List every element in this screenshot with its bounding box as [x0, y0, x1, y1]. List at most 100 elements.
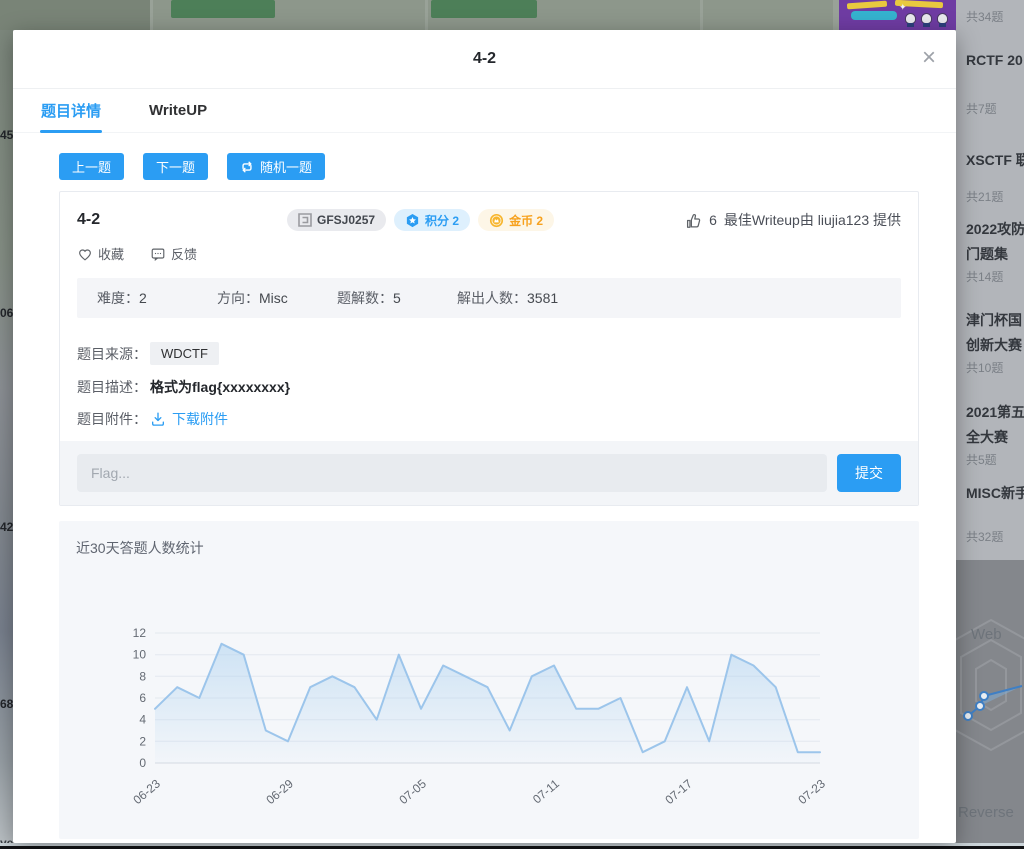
like-count: 6 [709, 212, 717, 228]
background-card [703, 0, 833, 30]
challenge-stats-bar: 难度：2 方向：Misc 题解数：5 解出人数：3581 [77, 278, 901, 318]
background-text-fragment: 45 [0, 128, 13, 142]
background-card [0, 0, 150, 30]
svg-text:0: 0 [139, 756, 146, 770]
background-category-sidebar: 共34题RCTF 20共7题XSCTF 联共21题2022攻防门题集共14题津门… [956, 0, 1024, 560]
svg-text:06-29: 06-29 [263, 776, 296, 807]
background-text-fragment: 42 [0, 520, 13, 534]
sidebar-category-title: XSCTF 联 [966, 150, 1024, 170]
sidebar-category-count: 共32题 [966, 528, 1024, 545]
tab-writeup[interactable]: WriteUP [148, 89, 208, 132]
challenge-detail-modal: 4-2 × 题目详情 WriteUP 上一题 下一题 随机一题 4-2 [13, 30, 956, 843]
sidebar-category-title: RCTF 20 [966, 52, 1024, 68]
svg-text:8: 8 [139, 669, 146, 683]
submit-flag-button[interactable]: 提交 [837, 454, 901, 492]
challenge-header: 4-2 GFSJ0257 [60, 192, 918, 263]
promo-character [905, 13, 916, 24]
gfsj-logo-icon [298, 213, 312, 227]
heart-icon [77, 246, 93, 262]
solvers-area-chart: 0 2 4 6 8 10 12 06-23 06-29 07-05 07-11 07-17 07-23 [76, 582, 919, 832]
feedback-button[interactable]: 反馈 [150, 244, 197, 263]
challenge-meta: 题目来源： WDCTF 题目描述： 格式为flag{xxxxxxxx} 题目附件… [60, 318, 918, 441]
sidebar-category-count: 共5题 [966, 451, 1024, 468]
svg-text:12: 12 [133, 626, 147, 640]
random-question-button[interactable]: 随机一题 [227, 153, 325, 180]
stat-writeups: 题解数：5 [337, 288, 457, 308]
sidebar-category-title: 2022攻防 [966, 219, 1024, 239]
background-category-panel: Web Reverse [956, 560, 1024, 843]
svg-text:6: 6 [139, 691, 146, 705]
panel-label-web: Web [971, 626, 1002, 643]
source-label: 题目来源： [77, 344, 147, 364]
thumbs-up-icon[interactable] [684, 211, 702, 229]
promo-character [937, 13, 948, 24]
sidebar-category-count: 共14题 [966, 268, 1024, 285]
background-green-banner [171, 0, 275, 18]
challenge-name: 4-2 [77, 211, 287, 229]
tab-bar: 题目详情 WriteUP [13, 89, 956, 133]
sparkle-icon: ✦ [899, 2, 907, 13]
score-badge: 积分 2 [394, 209, 470, 231]
sidebar-category-count: 共7题 [966, 100, 1024, 117]
svg-text:10: 10 [133, 648, 147, 662]
prev-question-button[interactable]: 上一题 [59, 153, 124, 180]
download-attachment-link[interactable]: 下载附件 [150, 409, 228, 429]
svg-text:07-17: 07-17 [662, 776, 695, 807]
background-text-fragment: 68 [0, 697, 13, 711]
sidebar-category-title: MISC新手 [966, 483, 1024, 503]
tab-challenge-details[interactable]: 题目详情 [40, 89, 102, 132]
promo-character [921, 13, 932, 24]
sidebar-category-count: 共10题 [966, 359, 1024, 376]
description-value: 格式为flag{xxxxxxxx} [150, 377, 290, 397]
sidebar-category-title: 门题集 [966, 244, 1024, 264]
source-row: 题目来源： WDCTF [77, 342, 901, 365]
next-question-button[interactable]: 下一题 [143, 153, 208, 180]
favorite-button[interactable]: 收藏 [77, 244, 124, 263]
stat-difficulty: 难度：2 [97, 288, 217, 308]
svg-text:07-23: 07-23 [795, 776, 828, 807]
challenge-code-badge: GFSJ0257 [287, 209, 386, 231]
close-icon[interactable]: × [922, 46, 936, 70]
stat-solvers: 解出人数：3581 [457, 288, 577, 308]
sidebar-category-count: 共21题 [966, 188, 1024, 205]
flag-input[interactable] [77, 454, 827, 492]
svg-text:2: 2 [139, 734, 146, 748]
background-top-strip: ✦ [0, 0, 956, 30]
attachment-label: 题目附件： [77, 409, 147, 429]
sidebar-category-count: 共34题 [966, 8, 1024, 25]
source-badge: WDCTF [150, 342, 219, 365]
background-green-banner [431, 0, 537, 18]
background-left-strip: 45064268ye [0, 30, 13, 843]
solver-stats-card: 近30天答题人数统计 0 2 4 6 8 10 12 06-23 06-29 07-05 07-11… [59, 521, 919, 839]
feedback-chat-icon [150, 246, 166, 262]
score-hexagon-icon [405, 213, 420, 228]
description-label: 题目描述： [77, 377, 147, 397]
coin-icon [489, 213, 504, 228]
flag-submit-strip: 提交 [60, 441, 918, 505]
panel-label-reverse: Reverse [958, 804, 1014, 821]
writeup-credit: 最佳Writeup由 liujia123 提供 [724, 210, 901, 230]
modal-body: 上一题 下一题 随机一题 4-2 [13, 133, 956, 839]
stat-category: 方向：Misc [217, 288, 337, 308]
challenge-nav-row: 上一题 下一题 随机一题 [59, 153, 919, 180]
svg-text:07-05: 07-05 [396, 776, 429, 807]
download-icon [150, 411, 166, 427]
promo-card-thumbnail: ✦ [839, 0, 956, 30]
background-text-fragment: 06 [0, 306, 13, 320]
svg-text:4: 4 [139, 713, 146, 727]
modal-title: 4-2 [473, 50, 496, 68]
shuffle-icon [240, 160, 254, 174]
sidebar-category-title: 创新大赛 [966, 335, 1024, 355]
challenge-info-card: 4-2 GFSJ0257 [59, 191, 919, 506]
description-row: 题目描述： 格式为flag{xxxxxxxx} [77, 377, 901, 397]
promo-title-art [847, 1, 887, 10]
chart-title: 近30天答题人数统计 [76, 538, 919, 558]
svg-text:06-23: 06-23 [130, 776, 163, 807]
node-graph-icon [958, 668, 1024, 738]
attachment-row: 题目附件： 下载附件 [77, 409, 901, 429]
promo-tag [851, 11, 897, 20]
svg-text:07-11: 07-11 [530, 776, 562, 806]
sidebar-category-title: 2021第五 [966, 402, 1024, 422]
writeup-credit-row: 6 最佳Writeup由 liujia123 提供 [684, 210, 901, 230]
coin-badge: 金币 2 [478, 209, 554, 231]
